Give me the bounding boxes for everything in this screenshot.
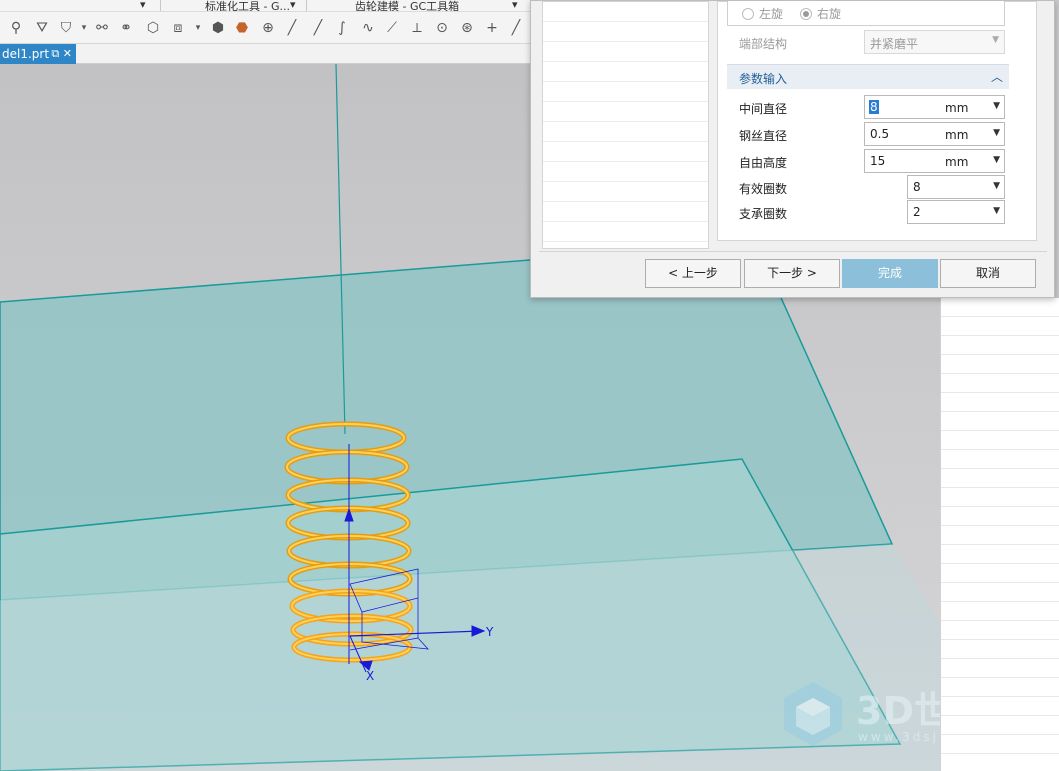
next-step-button[interactable]: 下一步 >: [744, 259, 840, 288]
radio-button-selected[interactable]: [800, 8, 812, 20]
circle-center-icon[interactable]: ⊙: [434, 20, 450, 36]
mid-diameter-value: 8: [869, 100, 879, 114]
dropdown-arrow-icon[interactable]: ▾: [140, 0, 146, 11]
support-coils-label: 支承圈数: [739, 207, 788, 221]
radio-right-hand[interactable]: 右旋: [800, 5, 841, 22]
dropdown-arrow-icon[interactable]: ▼: [993, 181, 1000, 191]
chevron-up-icon[interactable]: ︿: [991, 68, 1003, 85]
toolbar: ⚲ ⛛ ⛉ ▾ ⚯ ⚭ ⬡ ⧈ ▾ ⬢ ⬣ ⊕ ╱ ╱ ∫ ∿ ⟋ ⟂ ⊙ ⊛ …: [0, 12, 530, 44]
mid-diameter-input[interactable]: 8 mm ▼: [864, 95, 1005, 119]
dropdown-arrow-icon[interactable]: ▾: [190, 20, 206, 36]
support-coils-value: 2: [913, 205, 921, 219]
wire-diameter-input[interactable]: 0.5 mm ▼: [864, 122, 1005, 146]
active-coils-value: 8: [913, 180, 921, 194]
spline-icon[interactable]: ∿: [360, 20, 376, 36]
close-icon[interactable]: ✕: [63, 47, 72, 60]
dropdown-arrow-icon[interactable]: ▼: [993, 101, 1000, 111]
quadrant-icon[interactable]: ⊛: [459, 20, 475, 36]
active-coils-label: 有效圈数: [739, 182, 788, 196]
resource-side-panel: [940, 298, 1059, 771]
dropdown-arrow-icon[interactable]: ▾: [76, 20, 92, 36]
support-coils-select[interactable]: 2 ▼: [907, 200, 1005, 224]
step-list[interactable]: [542, 1, 709, 249]
watermark-text: 3D世界网: [856, 689, 940, 733]
snap-point-icon[interactable]: ⚲: [8, 20, 24, 36]
end-structure-label: 端部结构: [739, 37, 788, 51]
intersection-icon[interactable]: ⟂: [409, 20, 425, 36]
crosshair-icon[interactable]: ⊕: [260, 20, 276, 36]
end-structure-value: 并紧磨平: [870, 37, 919, 51]
end-structure-select: 并紧磨平 ▼: [864, 30, 1005, 54]
spring-design-dialog: ▼ 左旋 右旋 端部结构 并紧磨平 ▼ 参数输入 ︿ 中间直径 8 mm ▼ 钢…: [530, 0, 1055, 298]
wire-diameter-label: 钢丝直径: [739, 129, 788, 143]
menu-item-standard-tools[interactable]: 标准化工具 - G...: [205, 0, 290, 11]
param-group-title: 参数输入: [739, 72, 788, 86]
tab-file-name: del1.prt: [2, 47, 50, 61]
curve-icon[interactable]: ∫: [334, 20, 350, 36]
divider: [539, 251, 1047, 252]
free-height-unit[interactable]: mm: [945, 155, 968, 169]
watermark: 3D世界网 www.3dsjw.com: [778, 678, 940, 748]
dropdown-arrow-icon[interactable]: ▼: [993, 155, 1000, 165]
menu-strip: ▾ 标准化工具 - G... ▾ 齿轮建模 - GC工具箱 ▾: [0, 0, 530, 12]
free-height-label: 自由高度: [739, 156, 788, 170]
free-height-value: 15: [870, 154, 886, 168]
restore-window-icon[interactable]: ⧉: [51, 47, 59, 60]
face-select-icon[interactable]: ⧈: [170, 20, 186, 36]
helix-direction-group: 左旋 右旋: [727, 1, 1005, 26]
axis-label-y: Y: [485, 625, 494, 639]
tab-model-file[interactable]: del1.prt ⧉ ✕: [0, 44, 76, 64]
active-coils-select[interactable]: 8 ▼: [907, 175, 1005, 199]
wire-diameter-value: 0.5: [870, 127, 890, 141]
dropdown-arrow-icon[interactable]: ▼: [993, 128, 1000, 138]
radio-left-hand[interactable]: 左旋: [742, 5, 783, 22]
line-icon[interactable]: ╱: [310, 20, 326, 36]
line-icon[interactable]: ╱: [284, 20, 300, 36]
prev-step-button[interactable]: < 上一步: [645, 259, 741, 288]
dropdown-arrow-icon[interactable]: ▼: [993, 206, 1000, 216]
watermark-url: www.3dsjw.com: [858, 730, 940, 744]
filter-icon[interactable]: ⛛: [34, 20, 50, 36]
solid-body-icon[interactable]: ⬣: [234, 20, 250, 36]
wire-diameter-unit[interactable]: mm: [945, 128, 968, 142]
axis-label-x: X: [366, 669, 374, 683]
selection-filter-icon[interactable]: ⛉: [58, 20, 74, 36]
mid-diameter-unit[interactable]: mm: [945, 101, 968, 115]
watermark-cube-logo: [784, 682, 842, 746]
free-height-input[interactable]: 15 mm ▼: [864, 149, 1005, 173]
radio-right-label: 右旋: [817, 7, 842, 21]
param-group-header[interactable]: 参数输入 ︿: [727, 64, 1009, 89]
radio-button[interactable]: [742, 8, 754, 20]
line-icon[interactable]: ╱: [508, 20, 524, 36]
document-tab-strip: del1.prt ⧉ ✕: [0, 44, 530, 64]
dropdown-arrow-icon[interactable]: ▾: [290, 0, 296, 11]
body-select-icon[interactable]: ⬡: [145, 20, 161, 36]
menu-item-gear-modeling[interactable]: 齿轮建模 - GC工具箱: [355, 0, 459, 11]
cancel-button[interactable]: 取消: [940, 259, 1036, 288]
mid-diameter-label: 中间直径: [739, 102, 788, 116]
component-icon[interactable]: ⚭: [118, 20, 134, 36]
assembly-icon[interactable]: ⚯: [94, 20, 110, 36]
dropdown-arrow-icon: ▼: [992, 35, 999, 45]
dropdown-arrow-icon[interactable]: ▾: [512, 0, 518, 11]
finish-button[interactable]: 完成: [842, 259, 938, 288]
divider: [160, 0, 161, 11]
cube-icon[interactable]: ⬢: [210, 20, 226, 36]
radio-left-label: 左旋: [759, 7, 784, 21]
cross-point-icon[interactable]: +: [484, 20, 500, 36]
polyline-icon[interactable]: ⟋: [384, 20, 400, 36]
divider: [306, 0, 307, 11]
